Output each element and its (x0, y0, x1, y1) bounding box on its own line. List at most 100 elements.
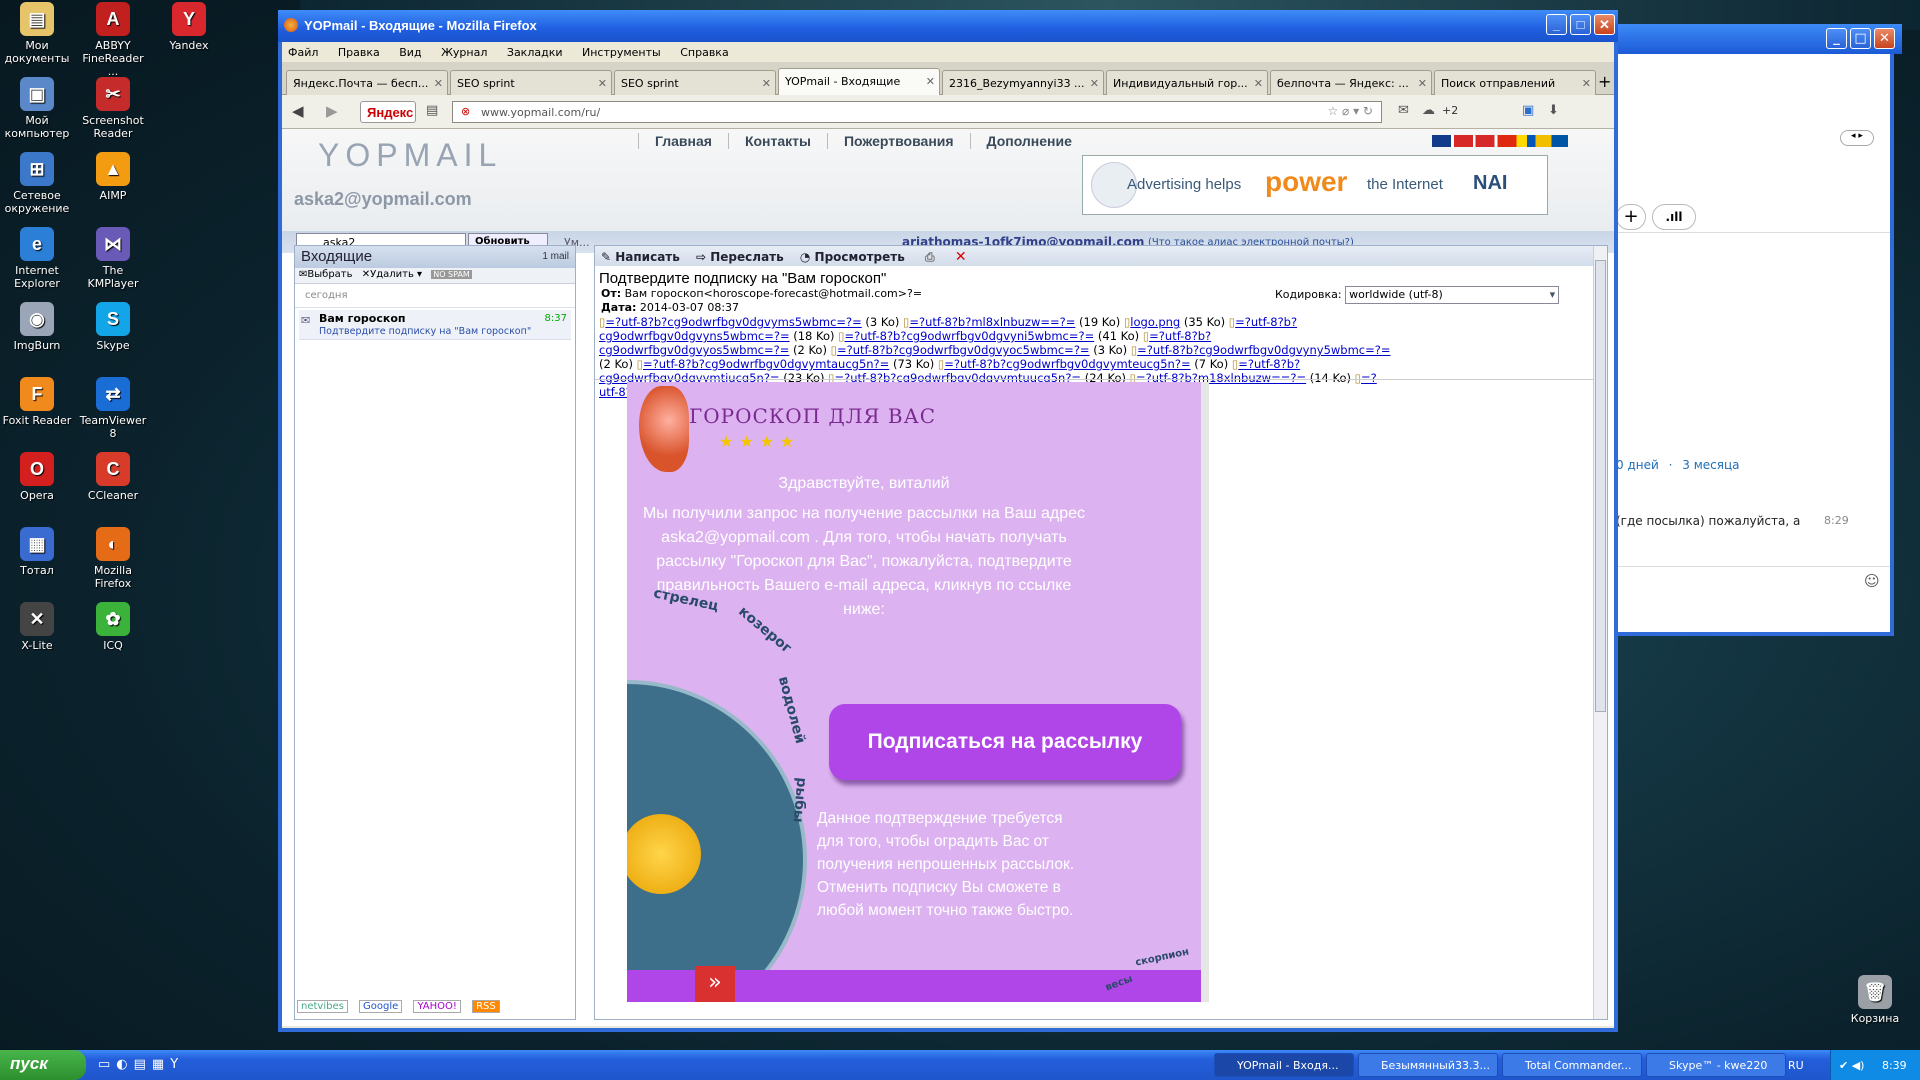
compose-button[interactable]: ✎ Написать (601, 250, 680, 264)
desktop-icon[interactable]: ◉ ImgBurn (0, 302, 74, 352)
tab-bezymyannyi[interactable]: 2316_Bezymyannyi33 ... ✕ (942, 70, 1104, 95)
desktop-icon[interactable]: ✂ Screenshot Reader (76, 77, 150, 140)
window-titlebar[interactable]: YOPmail - Входящие - Mozilla Firefox _ □… (278, 10, 1618, 42)
desktop-icon[interactable]: O Opera (0, 452, 74, 502)
attachment-link[interactable]: =?utf-8?b?ml8xlnbuzw==?= (909, 315, 1075, 329)
attachment-link[interactable]: =?utf-8?b?cg9odwrfbgv0dgvyms5wbmc=?= (605, 315, 861, 329)
menu-history[interactable]: Журнал (441, 46, 487, 59)
attachment-link[interactable]: =?utf-8?b?cg9odwrfbgv0dgvyny5wbmc=?= (1137, 343, 1390, 357)
taskbar-button-image[interactable]: Безымянный33.3... (1358, 1053, 1498, 1077)
delete-button[interactable]: ✕Удалить ▾ (362, 269, 422, 280)
tab-yandex-mail[interactable]: Яндекс.Почта — бесп... ✕ (286, 70, 448, 95)
tab-yopmail[interactable]: YOPmail - Входящие ✕ (778, 68, 940, 96)
back-arrow-icon[interactable]: ◀ (292, 102, 304, 120)
skype-nav-arrows[interactable]: ◂ ▸ (1840, 130, 1874, 146)
encoding-select[interactable]: worldwide (utf-8) ▾ (1345, 286, 1560, 304)
period-link-months[interactable]: 3 месяца (1682, 458, 1739, 472)
new-tab-button[interactable]: + (1598, 72, 1611, 91)
desktop-icon[interactable]: A ABBYY FineReader ... (76, 2, 150, 78)
ad-banner[interactable]: Advertising helps power the Internet NAI (1082, 155, 1548, 215)
attachment-link[interactable]: =?utf-8?b?cg9odwrfbgv0dgvymteucg5n?= (944, 357, 1190, 371)
desktop-icon[interactable]: e Internet Explorer (0, 227, 74, 290)
attachment-item[interactable]: ▯=?utf-8?b?cg9odwrfbgv0dgvyoc5wbmc=?= (3… (831, 343, 1131, 357)
nav-contacts[interactable]: Контакты (727, 133, 827, 149)
menu-tools[interactable]: Инструменты (582, 46, 661, 59)
addon-icon[interactable]: ▣ (1522, 103, 1534, 118)
emoji-icon[interactable]: ☺ (1864, 572, 1880, 590)
close-button[interactable]: ✕ (1874, 28, 1895, 49)
menu-file[interactable]: Файл (288, 46, 318, 59)
download-icon[interactable]: ⬇ (1548, 103, 1559, 118)
scrollbar-thumb[interactable] (1595, 260, 1606, 712)
menu-bookmarks[interactable]: Закладки (507, 46, 563, 59)
rss-button[interactable]: RSS (472, 1000, 500, 1013)
yahoo-button[interactable]: YAHOO! (413, 1000, 461, 1013)
nav-addon[interactable]: Дополнение (969, 133, 1088, 149)
mail-scrollbar[interactable] (1593, 246, 1607, 1019)
desktop-icon[interactable]: ✿ ICQ (76, 602, 150, 652)
forward-button[interactable]: ⇨ Переслать (696, 250, 784, 264)
taskbar-button-yopmail[interactable]: YOPmail - Входя... (1214, 1053, 1354, 1077)
mail-icon[interactable]: ✉ (1398, 103, 1409, 118)
menu-edit[interactable]: Правка (338, 46, 380, 59)
desktop-icon[interactable]: ✕ X-Lite (0, 602, 74, 652)
close-tab-icon[interactable]: ✕ (598, 77, 607, 90)
attachment-item[interactable]: ▯=?utf-8?b?cg9odwrfbgv0dgvymteucg5n?= (7… (938, 357, 1232, 371)
attachment-link[interactable]: =?utf-8?b?cg9odwrfbgv0dgvyni5wbmc=?= (845, 329, 1095, 343)
attachment-item[interactable]: ▯=?utf-8?b?cg9odwrfbgv0dgvyms5wbmc=?= (3… (599, 315, 903, 329)
select-button[interactable]: ✉Выбрать (299, 269, 353, 280)
desktop-icon[interactable]: ⊞ Сетевое окружение (0, 152, 74, 215)
language-indicator[interactable]: RU (1788, 1059, 1804, 1072)
nav-home[interactable]: Главная (638, 133, 728, 149)
nav-donate[interactable]: Пожертвования (826, 133, 970, 149)
tab-seo-sprint-2[interactable]: SEO sprint ✕ (614, 70, 776, 95)
forward-arrow-icon[interactable]: ▶ (326, 102, 338, 120)
desktop-icon[interactable]: ◐ Mozilla Firefox (76, 527, 150, 590)
menu-help[interactable]: Справка (680, 46, 728, 59)
skype-add-button[interactable]: + (1616, 204, 1646, 230)
tab-individual[interactable]: Индивидуальный гор... ✕ (1106, 70, 1268, 95)
taskbar-button-total-commander[interactable]: Total Commander... (1502, 1053, 1642, 1077)
menu-view[interactable]: Вид (399, 46, 421, 59)
desktop-icon[interactable]: ▦ Тотал (0, 527, 74, 577)
attachment-item[interactable]: ▯=?utf-8?b?cg9odwrfbgv0dgvyni5wbmc=?= (4… (838, 329, 1143, 343)
site-identity-icon[interactable]: ⊗ (461, 105, 470, 118)
quick-launch-icons[interactable]: ▭◐▤▦Y (98, 1057, 184, 1072)
desktop-icon[interactable]: ⋈ The KMPlayer (76, 227, 150, 290)
attachment-item[interactable]: ▯=?utf-8?b?cg9odwrfbgv0dgvymtaucg5n?= (7… (637, 357, 938, 371)
desktop-icon[interactable]: C CCleaner (76, 452, 150, 502)
close-tab-icon[interactable]: ✕ (1090, 77, 1099, 90)
maximize-button[interactable]: □ (1850, 28, 1871, 49)
desktop-icon[interactable]: S Skype (76, 302, 150, 352)
bookmark-panel-icon[interactable]: ▤ (426, 103, 438, 118)
netvibes-button[interactable]: netvibes (297, 1000, 348, 1013)
attachment-link[interactable]: logo.png (1130, 315, 1180, 329)
tray-icons[interactable]: ✔ ◀) (1839, 1059, 1864, 1072)
no-spam-badge[interactable]: NO SPAM (431, 270, 472, 279)
minimize-button[interactable]: _ (1826, 28, 1847, 49)
attachment-item[interactable]: ▯logo.png (35 Ko) (1124, 315, 1229, 329)
close-tab-icon[interactable]: ✕ (1254, 77, 1263, 90)
close-tab-icon[interactable]: ✕ (762, 77, 771, 90)
desktop-icon[interactable]: Y Yandex (152, 2, 226, 52)
close-button[interactable]: ✕ (1594, 14, 1615, 35)
desktop-icon[interactable]: ⇄ TeamViewer 8 (76, 377, 150, 440)
desktop-icon[interactable]: ▣ Мой компьютер (0, 77, 74, 140)
view-button[interactable]: ◔ Просмотреть (800, 250, 905, 264)
attachment-link[interactable]: =?utf-8?b?cg9odwrfbgv0dgvyoc5wbmc=?= (837, 343, 1090, 357)
firefox-window[interactable]: YOPmail - Входящие - Mozilla Firefox _ □… (278, 10, 1618, 1032)
url-bar[interactable]: ⊗ www.yopmail.com/ru/ ☆ ⌀ ▾ ↻ (452, 101, 1382, 123)
yandex-button[interactable]: Яндекс (360, 101, 416, 123)
attachment-link[interactable]: =?utf-8?b?cg9odwrfbgv0dgvymtaucg5n?= (643, 357, 889, 371)
cloud-icon[interactable]: ☁ (1422, 103, 1435, 118)
print-icon[interactable]: ⎙ (925, 250, 935, 264)
google-button[interactable]: Google (359, 1000, 403, 1013)
tab-tracking[interactable]: Поиск отправлений ✕ (1434, 70, 1596, 95)
language-flags[interactable] (1432, 135, 1568, 147)
signal-icon[interactable]: .ıll (1652, 204, 1696, 230)
skype-window[interactable]: _ □ ✕ ◂ ▸ + .ıll 0 дней · 3 месяца (где … (1612, 24, 1902, 636)
taskbar-button-skype[interactable]: Skype™ - kwe220 (1646, 1053, 1786, 1077)
yopmail-logo[interactable]: YOPMAIL (318, 137, 502, 174)
subscribe-button[interactable]: Подписаться на рассылку (829, 704, 1181, 780)
close-tab-icon[interactable]: ✕ (434, 77, 443, 90)
